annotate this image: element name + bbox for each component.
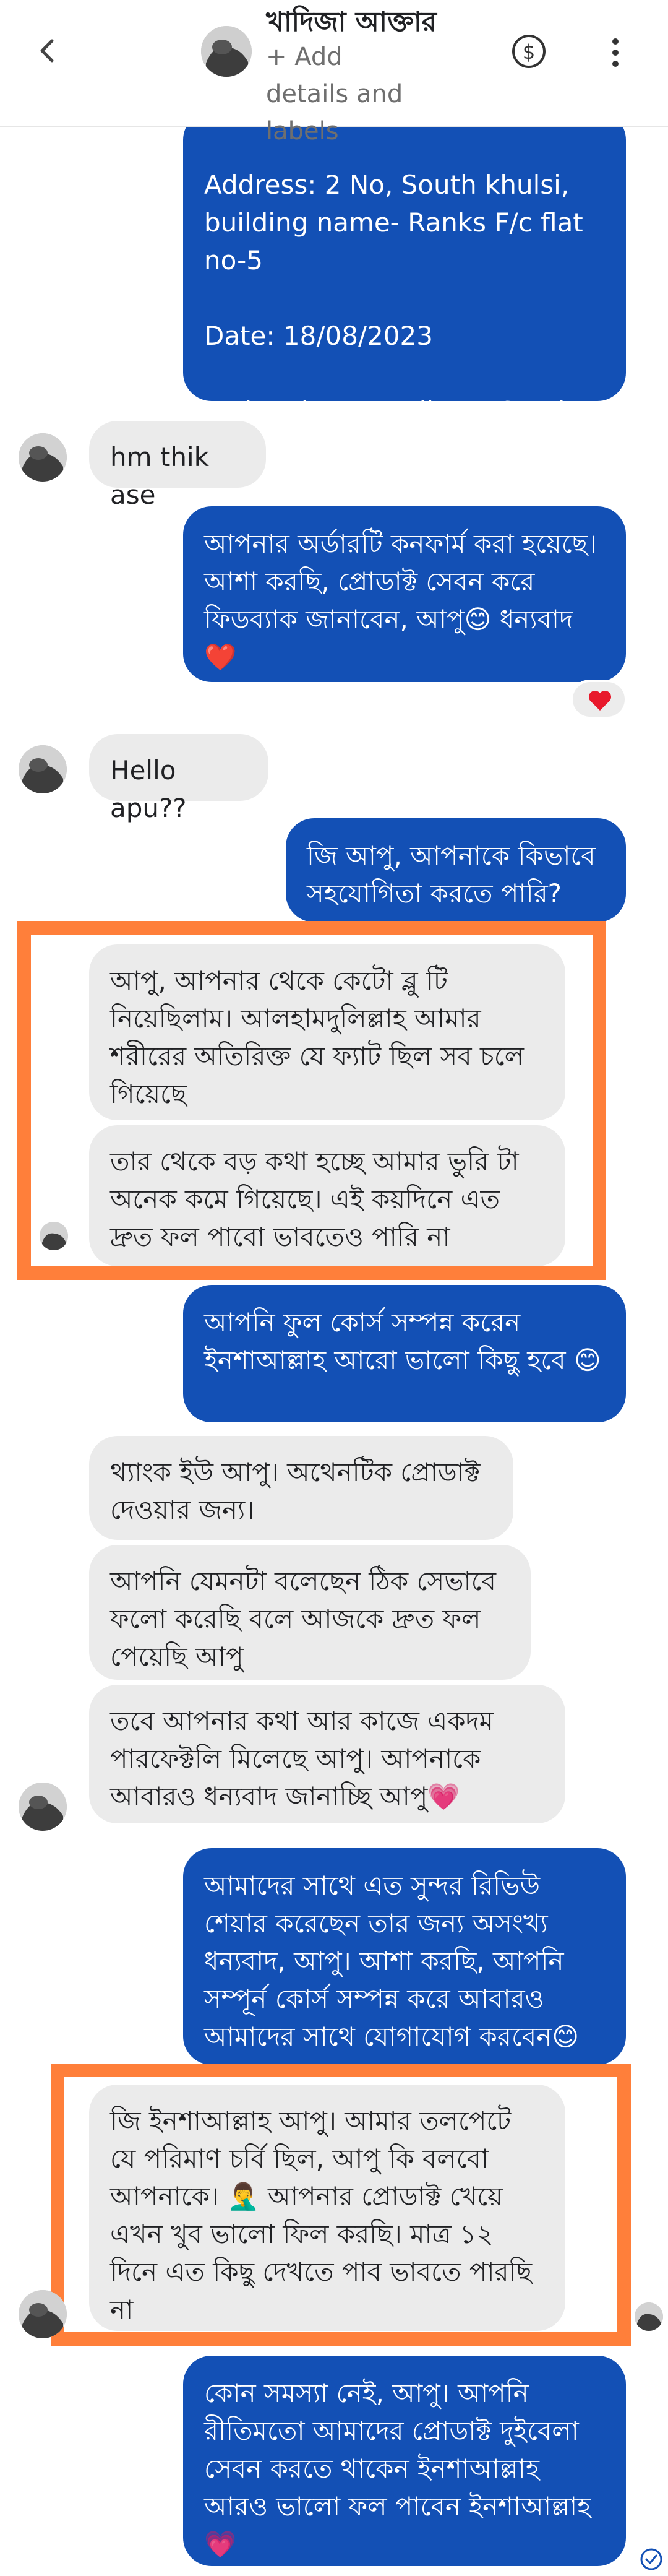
dollar-icon[interactable]: $ <box>511 33 547 69</box>
conversation-header: খাদিজা আক্তার + Add details and labels $ <box>0 0 668 145</box>
incoming-message[interactable]: তার থেকে বড় কথা হচ্ছে আমার ভুরি টা অনেক… <box>89 1125 565 1266</box>
outgoing-message[interactable]: জি আপু, আপনাকে কিভাবে সহযোগিতা করতে পারি… <box>286 818 626 922</box>
outgoing-message[interactable]: কোন সমস্যা নেই, আপু। আপনি রীতিমতো আমাদের… <box>183 2356 626 2566</box>
contact-avatar[interactable] <box>201 26 252 77</box>
add-details-link[interactable]: + Add details and labels <box>266 38 427 150</box>
heart-icon[interactable] <box>570 680 627 719</box>
incoming-message[interactable]: থ্যাংক ইউ আপু। অথেনটিক প্রোডাক্ট দেওয়ার… <box>89 1436 513 1540</box>
contact-avatar-small <box>19 1783 67 1831</box>
contact-avatar-small <box>19 433 67 482</box>
svg-text:$: $ <box>523 40 535 64</box>
read-check-icon <box>640 2548 663 2571</box>
incoming-message[interactable]: Hello apu?? <box>89 734 268 823</box>
incoming-message[interactable]: আপনি যেমনটা বলেছেন ঠিক সেভাবে ফলো করেছি … <box>89 1545 531 1680</box>
more-vert-icon[interactable] <box>606 34 625 71</box>
contact-avatar-small <box>635 2302 663 2331</box>
contact-avatar-small <box>40 1222 68 1250</box>
contact-avatar-small <box>19 745 67 793</box>
outgoing-message[interactable]: আপনি ফুল কোর্স সম্পন্ন করেন ইনশাআল্লাহ আ… <box>183 1285 626 1422</box>
outgoing-message[interactable]: আমাদের সাথে এত সুন্দর রিভিউ শেয়ার করেছে… <box>183 1848 626 2065</box>
back-arrow-icon[interactable] <box>30 32 67 69</box>
outgoing-message[interactable]: Address: 2 No, South khulsi, building na… <box>183 111 626 464</box>
incoming-message[interactable]: hm thik ase <box>89 421 266 510</box>
incoming-message[interactable]: জি ইনশাআল্লাহ আপু। আমার তলপেটে যে পরিমাণ… <box>89 2085 565 2331</box>
incoming-message[interactable]: আপু, আপনার থেকে কেটো ব্লু টি নিয়েছিলাম।… <box>89 944 565 1120</box>
outgoing-message[interactable]: আপনার অর্ডারটি কনফার্ম করা হয়েছে। আশা ক… <box>183 506 626 682</box>
contact-avatar-small <box>19 2290 67 2338</box>
incoming-message[interactable]: তবে আপনার কথা আর কাজে একদম পারফেক্টলি মি… <box>89 1685 565 1823</box>
